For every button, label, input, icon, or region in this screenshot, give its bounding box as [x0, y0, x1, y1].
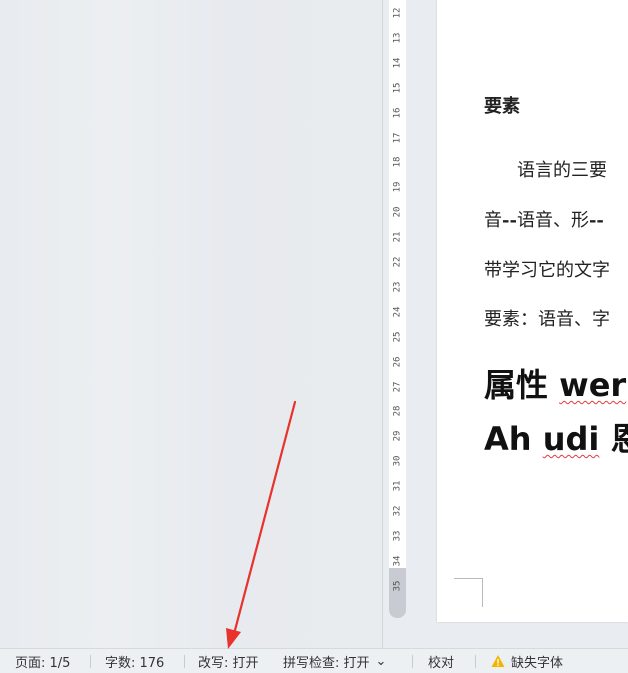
ruler-tick-label: 15 [392, 82, 403, 94]
ruler-tick: 22 [389, 252, 406, 272]
ruler-tick: 13 [389, 28, 406, 48]
doc-text: 属性 [484, 366, 560, 404]
doc-large-line-2: Ah udi 恩 [484, 414, 628, 460]
doc-paragraph-line-3: 带学习它的文字 [484, 260, 610, 281]
ruler-tick-label: 14 [392, 57, 403, 69]
ruler-tick-label: 21 [392, 231, 403, 243]
doc-text: Ah [484, 420, 543, 458]
warning-icon [491, 654, 505, 668]
ruler-tick-label: 32 [392, 505, 403, 517]
page-corner-mark [454, 578, 483, 607]
pane-divider [382, 0, 383, 648]
doc-dash: -- [588, 210, 604, 231]
doc-paragraph-line-1: 语言的三要 [517, 160, 607, 181]
doc-text: 恩 [610, 420, 628, 458]
ruler-tick-label: 30 [392, 455, 403, 467]
doc-paragraph-line-4: 要素：语音、字 [484, 309, 610, 330]
doc-large-line-1: 属性 wer [484, 360, 626, 406]
doc-text: 语音、形 [516, 210, 589, 231]
ruler-tick-label: 19 [392, 181, 403, 193]
status-separator [184, 655, 185, 668]
ruler-tick-label: 13 [392, 32, 403, 44]
ruler-tick: 30 [389, 451, 406, 471]
ruler-tick: 28 [389, 401, 406, 421]
ruler-tick-label: 29 [392, 430, 403, 442]
ruler-tick-label: 23 [392, 281, 403, 293]
ruler-tick-label: 35 [392, 580, 403, 592]
chevron-down-icon[interactable]: ⌄ [376, 654, 387, 669]
ruler-tick-label: 34 [392, 555, 403, 567]
ruler-tick-label: 27 [392, 381, 403, 392]
ruler-tick-label: 33 [392, 530, 403, 542]
ruler-tick-label: 18 [392, 156, 403, 168]
ruler-tick: 24 [389, 302, 406, 322]
ruler-tick: 16 [389, 103, 406, 123]
ruler-tick: 15 [389, 78, 406, 98]
proofread-button[interactable]: 校对 [428, 649, 454, 673]
document-page[interactable]: 要素 语言的三要 音--语音、形-- 带学习它的文字 要素：语音、字 属性 we… [437, 0, 628, 622]
ruler-tick: 23 [389, 277, 406, 297]
doc-dash: -- [502, 210, 517, 231]
ruler-tick-label: 22 [392, 256, 403, 268]
ruler-tick: 25 [389, 327, 406, 347]
ruler-tick: 20 [389, 202, 406, 222]
page-indicator[interactable]: 页面: 1/5 [15, 649, 70, 673]
status-separator [475, 655, 476, 668]
ruler-tick-label: 17 [392, 132, 403, 143]
status-separator [90, 655, 91, 668]
missing-fonts-label: 缺失字体 [511, 655, 564, 671]
ruler-tick: 17 [389, 128, 406, 148]
ruler-tick: 14 [389, 53, 406, 73]
ruler-tick: 12 [389, 3, 406, 23]
ruler-tick: 18 [389, 152, 406, 172]
workspace-background [0, 0, 382, 648]
ruler-tick-label: 16 [392, 107, 403, 119]
misspelled-word[interactable]: udi [543, 420, 600, 458]
ruler-tick: 34 [389, 551, 406, 571]
ruler-tick-label: 24 [392, 306, 403, 318]
spell-check-toggle[interactable]: 拼写检查: 打开 ⌄ [283, 649, 386, 673]
vertical-ruler[interactable]: 12 13 14 15 16 17 18 19 20 21 22 23 24 25 26 27 28 29 30 31… [389, 0, 406, 618]
ruler-tick: 32 [389, 501, 406, 521]
ruler-tick-label: 31 [392, 480, 403, 492]
doc-paragraph-line-2: 音--语音、形-- [484, 206, 604, 232]
ruler-tick: 21 [389, 227, 406, 247]
doc-heading: 要素 [484, 96, 520, 117]
status-separator [412, 655, 413, 668]
status-bar: 页面: 1/5 字数: 176 改写: 打开 拼写检查: 打开 ⌄ 校对 缺失字… [0, 648, 628, 673]
ruler-tick-label: 25 [392, 331, 403, 343]
ruler-tick-label: 28 [392, 405, 403, 417]
ruler-tick: 29 [389, 426, 406, 446]
overwrite-toggle[interactable]: 改写: 打开 [198, 649, 259, 673]
spell-check-label: 拼写检查: 打开 [283, 655, 370, 671]
ruler-tick-label: 12 [392, 7, 403, 19]
ruler-tick: 19 [389, 177, 406, 197]
ruler-tick-label: 26 [392, 356, 403, 368]
missing-fonts-button[interactable]: 缺失字体 [491, 649, 563, 673]
misspelled-word[interactable]: wer [559, 366, 626, 404]
doc-text: 音 [484, 210, 502, 231]
ruler-tick: 35 [389, 576, 406, 596]
ruler-tick: 31 [389, 476, 406, 496]
word-count[interactable]: 字数: 176 [105, 649, 164, 673]
ruler-tick: 27 [389, 377, 406, 397]
ruler-tick: 26 [389, 352, 406, 372]
ruler-tick: 33 [389, 526, 406, 546]
ruler-tick-label: 20 [392, 206, 403, 218]
